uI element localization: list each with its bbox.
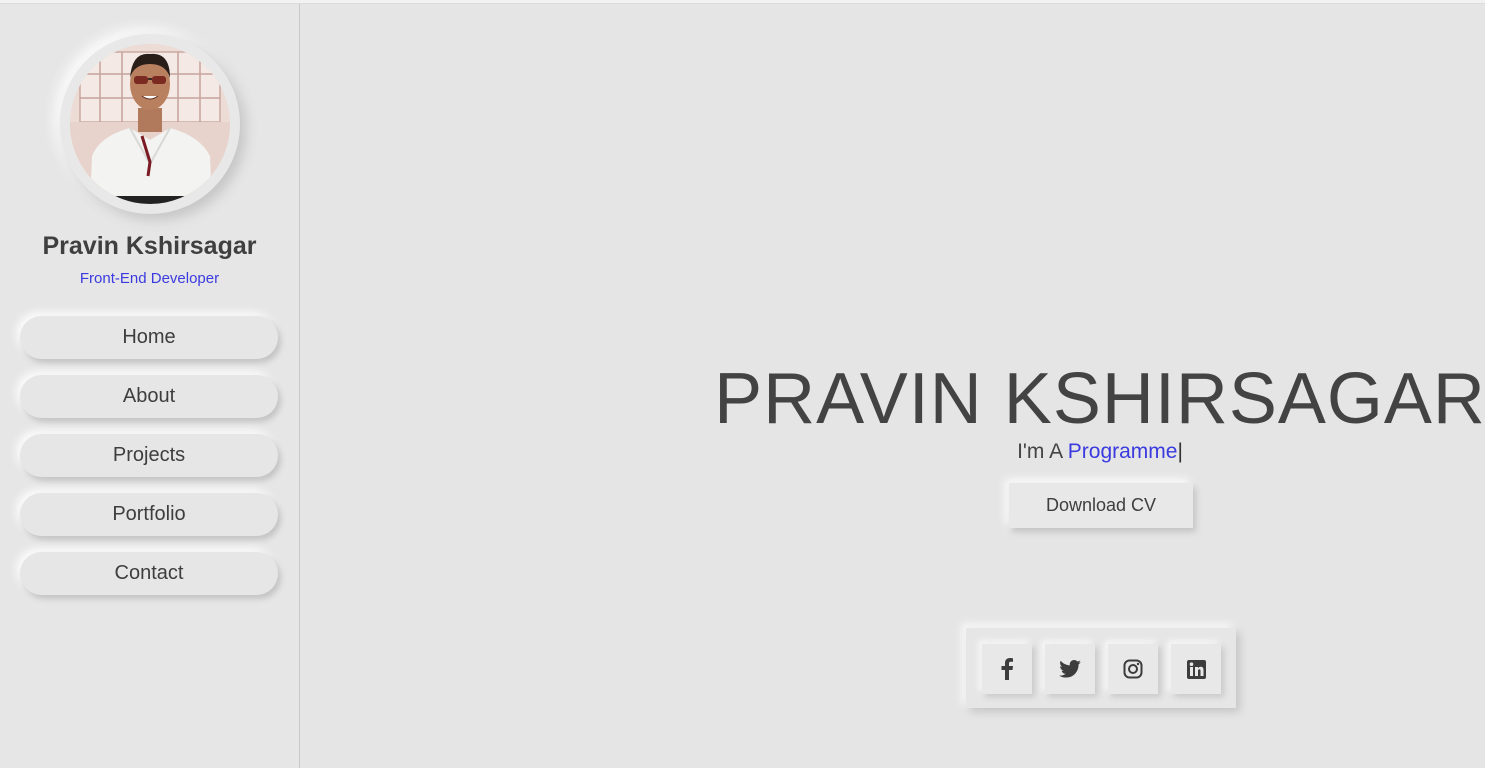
typed-role: Programme	[1067, 440, 1178, 463]
nav-home-button[interactable]: Home	[20, 316, 278, 359]
social-links	[966, 628, 1236, 708]
twitter-link[interactable]	[1045, 644, 1095, 694]
tagline-prefix: I'm A	[1017, 440, 1068, 463]
instagram-link[interactable]	[1108, 644, 1158, 694]
twitter-icon	[1059, 660, 1081, 678]
nav-projects-button[interactable]: Projects	[20, 434, 278, 477]
avatar-photo	[70, 44, 230, 204]
facebook-icon	[1001, 658, 1013, 680]
download-cv-button[interactable]: Download CV	[1009, 483, 1193, 528]
avatar-frame	[60, 34, 240, 214]
avatar	[70, 44, 230, 204]
nav-portfolio-button[interactable]: Portfolio	[20, 493, 278, 536]
linkedin-link[interactable]	[1171, 644, 1221, 694]
hero-tagline: I'm A Programme|	[700, 440, 1485, 464]
profile-role: Front-End Developer	[79, 270, 220, 287]
nav-about-button[interactable]: About	[20, 375, 278, 418]
linkedin-icon	[1186, 659, 1206, 679]
portfolio-page: Pravin Kshirsagar Front-End Developer Ho…	[0, 0, 1485, 768]
nav-contact-button[interactable]: Contact	[20, 552, 278, 595]
instagram-icon	[1123, 659, 1143, 679]
hero-title: PRAVIN KSHIRSAGAR	[714, 359, 1485, 439]
profile-name: Pravin Kshirsagar	[42, 232, 257, 260]
typing-cursor: |	[1177, 440, 1183, 463]
sidebar: Pravin Kshirsagar Front-End Developer Ho…	[0, 4, 300, 768]
facebook-link[interactable]	[982, 644, 1032, 694]
